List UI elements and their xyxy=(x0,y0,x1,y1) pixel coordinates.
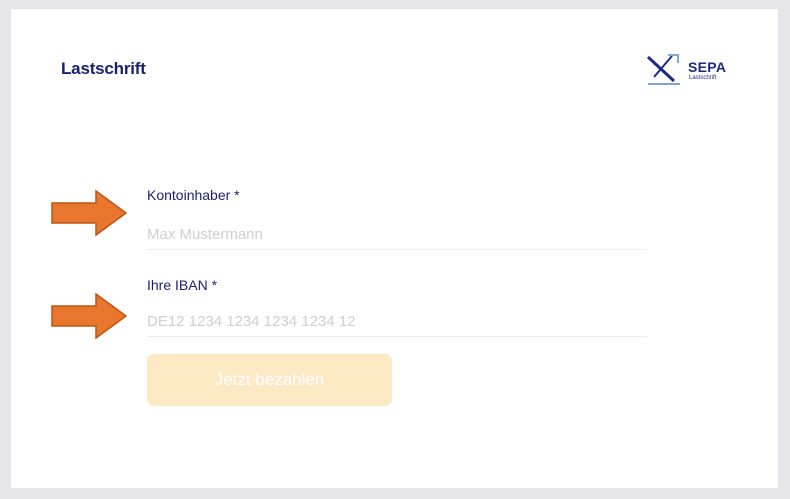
iban-label: Ihre IBAN * xyxy=(147,277,218,293)
card-title: Lastschrift xyxy=(61,59,146,78)
sepa-brand-text: SEPA xyxy=(688,59,727,75)
sepa-logo: SEPA Lastschrift xyxy=(644,53,734,87)
pay-now-button[interactable]: Jetzt bezahlen xyxy=(147,354,392,406)
account-holder-label: Kontoinhaber * xyxy=(147,187,240,203)
sepa-subtitle-text: Lastschrift xyxy=(689,75,717,81)
payment-card: Lastschrift SEPA Lastschrift Kontoinhabe… xyxy=(11,9,778,488)
arrow-right-icon xyxy=(51,189,128,237)
iban-input[interactable] xyxy=(147,306,647,337)
account-holder-input[interactable] xyxy=(147,219,647,250)
arrow-right-icon xyxy=(51,292,128,340)
sepa-mark-icon xyxy=(646,54,680,85)
